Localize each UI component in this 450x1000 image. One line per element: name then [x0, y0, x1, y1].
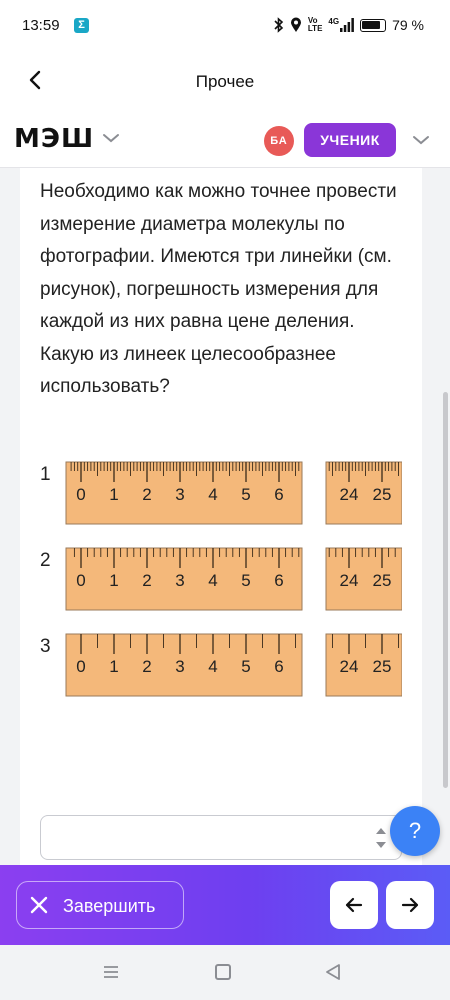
- ruler-label: 6: [274, 485, 283, 504]
- arrow-right-icon: [401, 897, 419, 913]
- action-bar: Завершить: [0, 865, 450, 945]
- mesh-logo[interactable]: МЭШ: [14, 124, 94, 154]
- back-triangle-icon[interactable]: [324, 963, 342, 981]
- ruler-label: 1: [109, 571, 118, 590]
- ruler-label: 3: [175, 657, 184, 676]
- avatar[interactable]: БА: [264, 126, 294, 156]
- help-button[interactable]: ?: [390, 806, 440, 856]
- ruler-number: 1: [40, 464, 51, 485]
- page-title: Прочее: [195, 72, 255, 91]
- battery-icon: [360, 18, 387, 32]
- scrollbar-thumb[interactable]: [443, 392, 448, 788]
- location-icon: [290, 17, 301, 32]
- answer-select[interactable]: [40, 815, 402, 860]
- ruler-label: 0: [76, 657, 85, 676]
- finish-label: Завершить: [63, 896, 156, 916]
- ruler-label: 25: [373, 657, 392, 676]
- ruler-label: 1: [109, 485, 118, 504]
- ruler-label: 0: [76, 485, 85, 504]
- signal-icon: [340, 18, 354, 32]
- ruler-label: 4: [208, 657, 217, 676]
- ruler-label: 24: [340, 657, 359, 676]
- question-text: Необходимо как можно точнее провести изм…: [40, 181, 397, 397]
- ruler-label: 5: [241, 485, 250, 504]
- ruler-number: 2: [40, 550, 51, 571]
- ruler-label: 4: [208, 571, 217, 590]
- ruler-label: 25: [373, 571, 392, 590]
- ruler-label: 2: [142, 657, 151, 676]
- nav-bar: Прочее: [0, 52, 450, 110]
- next-button[interactable]: [386, 881, 434, 929]
- ruler-label: 3: [175, 571, 184, 590]
- ruler-label: 5: [241, 657, 250, 676]
- status-time: 13:59: [22, 17, 60, 34]
- app-notification-icon: Σ: [74, 18, 89, 33]
- arrow-left-icon: [345, 897, 363, 913]
- status-indicators: Vo LTE 4G 79 %: [274, 17, 424, 33]
- role-badge[interactable]: УЧЕНИК: [304, 123, 396, 157]
- ruler-label: 6: [274, 657, 283, 676]
- close-icon: [30, 896, 48, 914]
- chevron-down-icon[interactable]: [410, 132, 432, 148]
- home-icon[interactable]: [215, 964, 231, 980]
- status-bar: 13:59 Σ Vo LTE 4G 79 %: [0, 0, 450, 52]
- ruler-label: 0: [76, 571, 85, 590]
- ruler-number: 3: [40, 636, 51, 657]
- battery-percent: 79 %: [392, 17, 424, 33]
- prev-button[interactable]: [330, 881, 378, 929]
- ruler-label: 2: [142, 485, 151, 504]
- ruler-label: 4: [208, 485, 217, 504]
- bluetooth-icon: [274, 17, 284, 33]
- volte-indicator: Vo LTE: [307, 16, 323, 33]
- ruler-label: 2: [142, 571, 151, 590]
- recents-icon[interactable]: [103, 964, 119, 980]
- ruler-label: 6: [274, 571, 283, 590]
- system-nav-bar: [0, 945, 450, 1000]
- ruler-label: 25: [373, 485, 392, 504]
- chevron-down-icon[interactable]: [100, 130, 122, 146]
- network-indicator: 4G: [328, 18, 354, 32]
- ruler-label: 24: [340, 571, 359, 590]
- ruler-label: 5: [241, 571, 250, 590]
- ruler-label: 3: [175, 485, 184, 504]
- stepper-arrows-icon[interactable]: [375, 825, 387, 851]
- rulers-figure: 1 0 1 2 3 4 5 6 24 25 2 0 1 2 3 4 5 6 24 25 3 0 1 2 3 4 5 6 24 25: [40, 461, 402, 697]
- ruler-label: 1: [109, 657, 118, 676]
- finish-button[interactable]: Завершить: [16, 881, 184, 929]
- ruler-label: 24: [340, 485, 359, 504]
